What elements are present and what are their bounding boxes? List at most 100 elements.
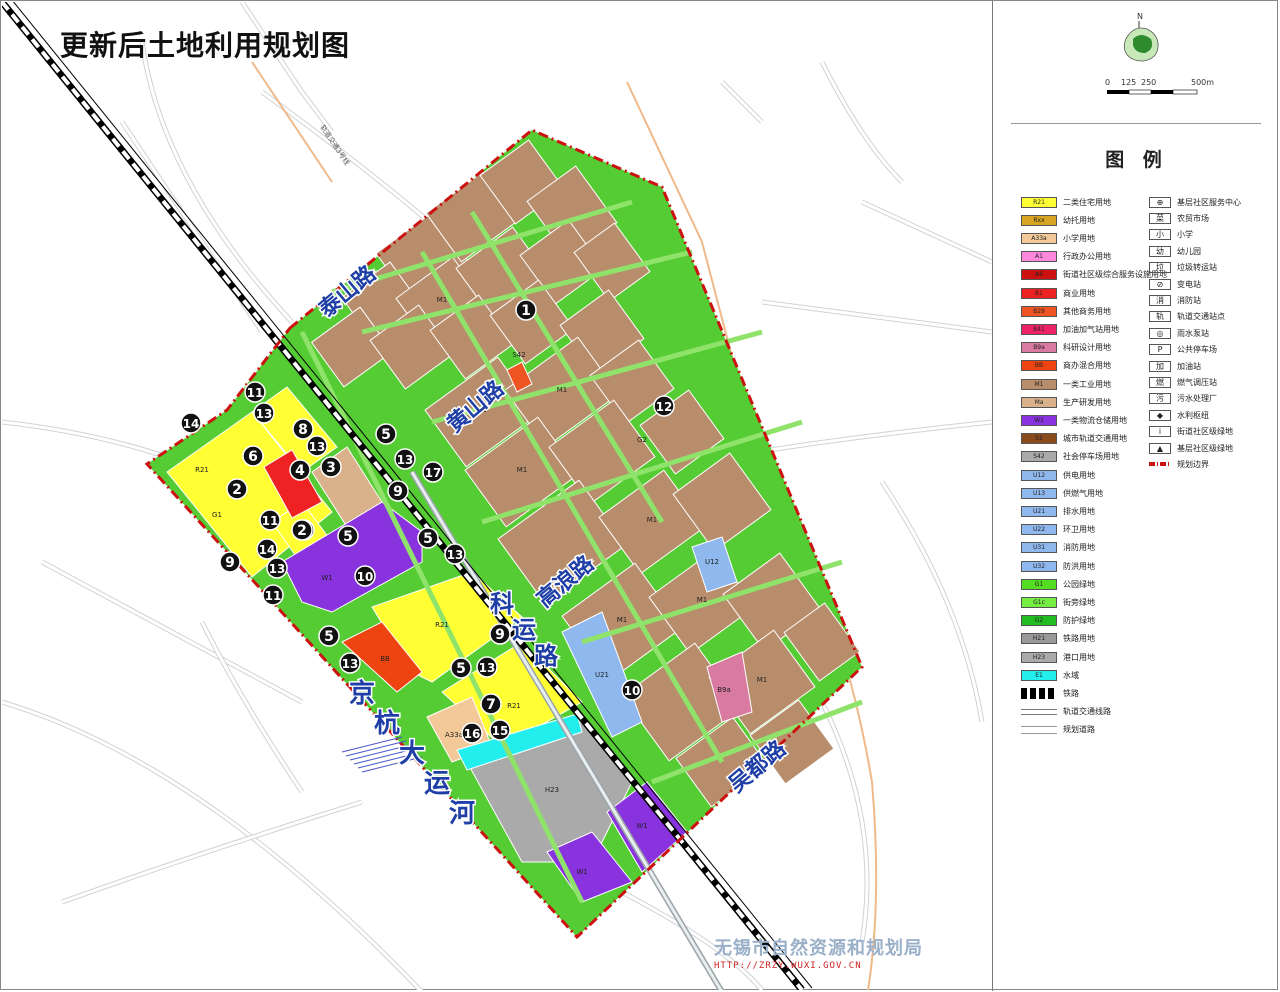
legend-item-s42: S42 社会停车场用地 xyxy=(1021,450,1119,464)
zone-label-w1: W1 xyxy=(636,822,647,830)
legend-swatch: S42 xyxy=(1021,451,1057,463)
watermark-url[interactable]: HTTP://ZRZY.WUXI.GOV.CN xyxy=(714,961,862,971)
legend-facility-item: 规划边界 xyxy=(1149,457,1209,471)
legend-facility-item: ◎ 雨水泵站 xyxy=(1149,326,1209,340)
legend-label: 雨水泵站 xyxy=(1177,328,1209,338)
legend-item-g1: G1 公园绿地 xyxy=(1021,577,1095,591)
marker-number: 8 xyxy=(298,422,308,438)
scale-tick-125: 125 xyxy=(1121,78,1136,87)
site-marker-1: 1 xyxy=(515,299,537,321)
legend-item-g1c: G1c 街旁绿地 xyxy=(1021,595,1095,609)
legend-label: 城市轨道交通用地 xyxy=(1063,434,1127,444)
marker-number: 15 xyxy=(492,724,509,738)
legend-facility-item: 污污水处理厂 xyxy=(1149,392,1217,406)
road-char: 运 xyxy=(424,769,450,799)
facility-icon xyxy=(1149,462,1171,467)
marker-number: 13 xyxy=(397,453,414,467)
site-marker-14: 14 xyxy=(256,538,278,560)
legend-swatch: B9a xyxy=(1021,342,1057,354)
site-marker-10: 10 xyxy=(621,679,643,701)
site-marker-13: 13 xyxy=(306,435,328,457)
legend-facility-item: ◆ 水利枢纽 xyxy=(1149,408,1209,422)
facility-icon: 加 xyxy=(1149,360,1171,372)
site-marker-13: 13 xyxy=(266,557,288,579)
legend-swatch: U32 xyxy=(1021,560,1057,572)
legend-label: 小学 xyxy=(1177,230,1193,240)
north-letter: N xyxy=(1137,12,1143,21)
legend-facility-item: 消消防站 xyxy=(1149,293,1201,307)
background-road xyxy=(2,699,424,990)
legend-swatch: U21 xyxy=(1021,505,1057,517)
legend-item-u31: U31 消防用地 xyxy=(1021,541,1095,555)
scale-tick-500: 500m xyxy=(1191,78,1214,87)
legend-label: 水域 xyxy=(1063,670,1079,680)
site-marker-13: 13 xyxy=(394,448,416,470)
legend-swatch: B41 xyxy=(1021,323,1057,335)
marker-number: 12 xyxy=(656,400,673,414)
scale-tick-250: 250 xyxy=(1141,78,1156,87)
legend-label: 公共停车场 xyxy=(1177,345,1217,355)
site-marker-16: 16 xyxy=(461,722,483,744)
legend-label: 排水用地 xyxy=(1063,506,1095,516)
watermark: 无锡市自然资源和规划局 xyxy=(714,938,923,959)
zone-label-m1: M1 xyxy=(697,596,708,604)
legend-label: 其他商务用地 xyxy=(1063,306,1111,316)
marker-number: 14 xyxy=(183,417,200,431)
facility-icon: ⊕ xyxy=(1149,196,1171,208)
legend-item-bb: BB 商办混合用地 xyxy=(1021,359,1111,373)
site-marker-2: 2 xyxy=(291,519,313,541)
marker-number: 13 xyxy=(256,407,273,421)
marker-number: 10 xyxy=(357,570,374,584)
legend-label: 科研设计用地 xyxy=(1063,343,1111,353)
legend-item-b29: B29 其他商务用地 xyxy=(1021,304,1111,318)
legend-item-ma: Ma 生产研发用地 xyxy=(1021,395,1111,409)
legend-facility-item: 垃垃圾转运站 xyxy=(1149,261,1217,275)
marker-number: 6 xyxy=(248,449,258,465)
legend-label: 铁路用地 xyxy=(1063,634,1095,644)
legend-swatch: E1 xyxy=(1021,669,1057,681)
road-line-icon xyxy=(1021,725,1057,734)
legend-label: 消防站 xyxy=(1177,295,1201,305)
site-marker-13: 13 xyxy=(444,543,466,565)
legend-label: 行政办公用地 xyxy=(1063,252,1111,262)
road-char: 运 xyxy=(512,616,536,644)
legend-item-u22: U22 环卫用地 xyxy=(1021,523,1095,537)
road-char: 路 xyxy=(534,642,559,670)
zone-label-bb: BB xyxy=(380,655,390,663)
legend-label: 铁路 xyxy=(1063,688,1079,698)
legend-item-b9a: B9a 科研设计用地 xyxy=(1021,341,1111,355)
legend-label: 燃气调压站 xyxy=(1177,377,1217,387)
marker-number: 11 xyxy=(265,589,282,603)
marker-number: 9 xyxy=(393,484,403,500)
legend-label: 轨道交通站点 xyxy=(1177,312,1225,322)
legend-label: 公园绿地 xyxy=(1063,579,1095,589)
legend-swatch: H21 xyxy=(1021,633,1057,645)
site-marker-2: 2 xyxy=(226,478,248,500)
background-road-fill xyxy=(761,300,992,334)
legend-item-a1: A1 行政办公用地 xyxy=(1021,250,1111,264)
legend-item-u32: U32 防洪用地 xyxy=(1021,559,1095,573)
legend-swatch: R21 xyxy=(1021,196,1057,208)
legend-facility-item: 燃燃气调压站 xyxy=(1149,375,1217,389)
legend-swatch: M1 xyxy=(1021,378,1057,390)
legend-label: 农贸市场 xyxy=(1177,213,1209,223)
site-marker-4: 4 xyxy=(289,459,311,481)
zone-label-a33a: A33a xyxy=(445,731,463,739)
road-char: 京 xyxy=(349,678,375,709)
facility-icon: 消 xyxy=(1149,294,1171,306)
legend-label: 一类工业用地 xyxy=(1063,379,1111,389)
marker-number: 2 xyxy=(232,482,242,498)
legend-swatch: S2 xyxy=(1021,433,1057,445)
marker-number: 11 xyxy=(247,386,264,400)
marker-number: 13 xyxy=(342,657,359,671)
site-marker-9: 9 xyxy=(387,480,409,502)
site-marker-6: 6 xyxy=(242,445,264,467)
zone-label-m1: M1 xyxy=(757,676,768,684)
legend-swatch: A33a xyxy=(1021,232,1057,244)
legend-item-g2: G2 防护绿地 xyxy=(1021,614,1095,628)
site-marker-10: 10 xyxy=(354,565,376,587)
background-road xyxy=(879,480,985,723)
background-road-fill xyxy=(2,700,423,990)
site-marker-13: 13 xyxy=(476,656,498,678)
site-marker-5: 5 xyxy=(375,423,397,445)
